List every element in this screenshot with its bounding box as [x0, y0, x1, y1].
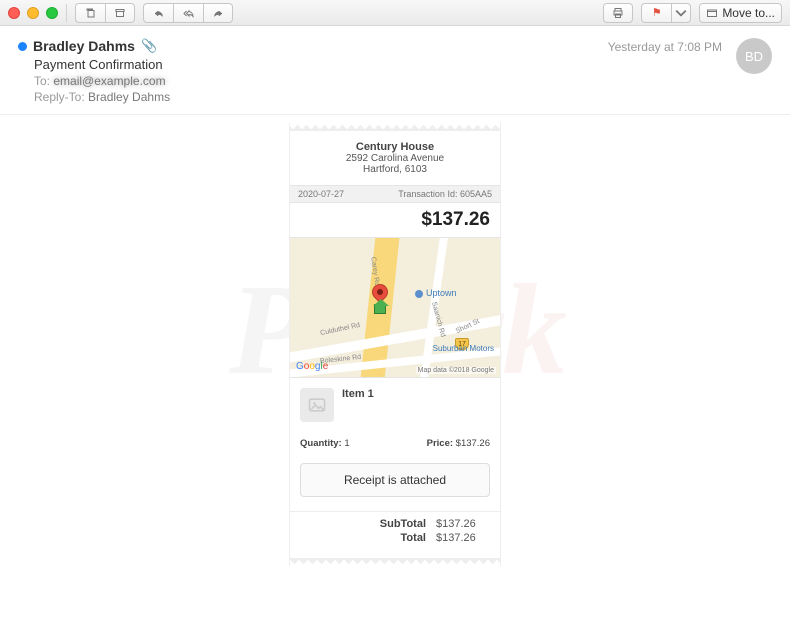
receipt-total: $137.26: [290, 203, 500, 238]
reply-icon: [153, 7, 165, 19]
quantity-value: 1: [344, 438, 349, 449]
print-button[interactable]: [603, 3, 633, 23]
merchant-name: Century House: [298, 141, 492, 153]
txn-label: Transaction Id:: [398, 189, 457, 199]
forward-button[interactable]: [203, 3, 233, 23]
item-thumbnail: [300, 388, 334, 422]
txn-id: 605AA5: [460, 189, 492, 199]
receipt-edge-bottom: [290, 558, 500, 566]
map-poi-suburban: Suburban Motors: [433, 344, 494, 353]
flag-button[interactable]: ⚑: [641, 3, 671, 23]
reply-all-button[interactable]: [173, 3, 203, 23]
attachment-icon: 📎: [141, 38, 157, 54]
move-to-label: Move to...: [722, 6, 775, 20]
trash-icon: [85, 7, 97, 19]
window-titlebar: ⚑ Move to...: [0, 0, 790, 26]
picture-icon: [307, 395, 327, 415]
total-value: $137.26: [436, 532, 490, 544]
to-value: email@example.com: [53, 74, 165, 88]
receipt-map: Carey Rd Uptown Culduthel Rd Saanich Rd …: [290, 238, 500, 378]
subtotal-label: SubTotal: [380, 518, 426, 530]
quantity-label: Quantity:: [300, 438, 342, 449]
print-icon: [612, 7, 624, 19]
receipt-date: 2020-07-27: [298, 189, 344, 199]
map-home-icon: [374, 304, 386, 314]
replyto-label: Reply-To:: [34, 90, 85, 104]
message-header: Bradley Dahms 📎 Payment Confirmation To:…: [0, 26, 790, 115]
receipt-edge-top: [290, 123, 500, 131]
unread-indicator: [18, 42, 27, 51]
message-body: Century House 2592 Carolina Avenue Hartf…: [0, 115, 790, 566]
folder-move-icon: [706, 7, 718, 19]
forward-icon: [212, 7, 224, 19]
zoom-window-button[interactable]: [46, 7, 58, 19]
total-label: Total: [401, 532, 426, 544]
move-to-button[interactable]: Move to...: [699, 3, 782, 23]
archive-icon: [114, 7, 126, 19]
close-window-button[interactable]: [8, 7, 20, 19]
price-label: Price:: [427, 438, 453, 449]
reply-button[interactable]: [143, 3, 173, 23]
sender-avatar: BD: [736, 38, 772, 74]
merchant-address-1: 2592 Carolina Avenue: [298, 153, 492, 164]
archive-button[interactable]: [105, 3, 135, 23]
replyto-value: Bradley Dahms: [88, 90, 170, 104]
map-copyright: Map data ©2018 Google: [416, 367, 496, 374]
reply-all-icon: [183, 7, 195, 19]
to-label: To:: [34, 74, 50, 88]
merchant-address-2: Hartford, 6103: [298, 164, 492, 175]
received-time: Yesterday at 7:08 PM: [608, 40, 722, 54]
delete-button[interactable]: [75, 3, 105, 23]
separator: [66, 4, 67, 22]
chevron-down-icon: [675, 7, 687, 19]
subject-line: Payment Confirmation: [34, 57, 772, 72]
minimize-window-button[interactable]: [27, 7, 39, 19]
flag-menu-button[interactable]: [671, 3, 691, 23]
item-name: Item 1: [342, 388, 374, 400]
subtotal-value: $137.26: [436, 518, 490, 530]
google-logo: Google: [296, 361, 328, 372]
price-value: $137.26: [456, 438, 490, 449]
receipt-attachment-button[interactable]: Receipt is attached: [300, 463, 490, 497]
sender-name: Bradley Dahms: [33, 38, 135, 54]
map-poi-uptown: Uptown: [415, 288, 457, 298]
map-street: Culduthel Rd: [320, 322, 361, 337]
receipt: Century House 2592 Carolina Avenue Hartf…: [289, 123, 501, 566]
window-controls: [8, 7, 58, 19]
